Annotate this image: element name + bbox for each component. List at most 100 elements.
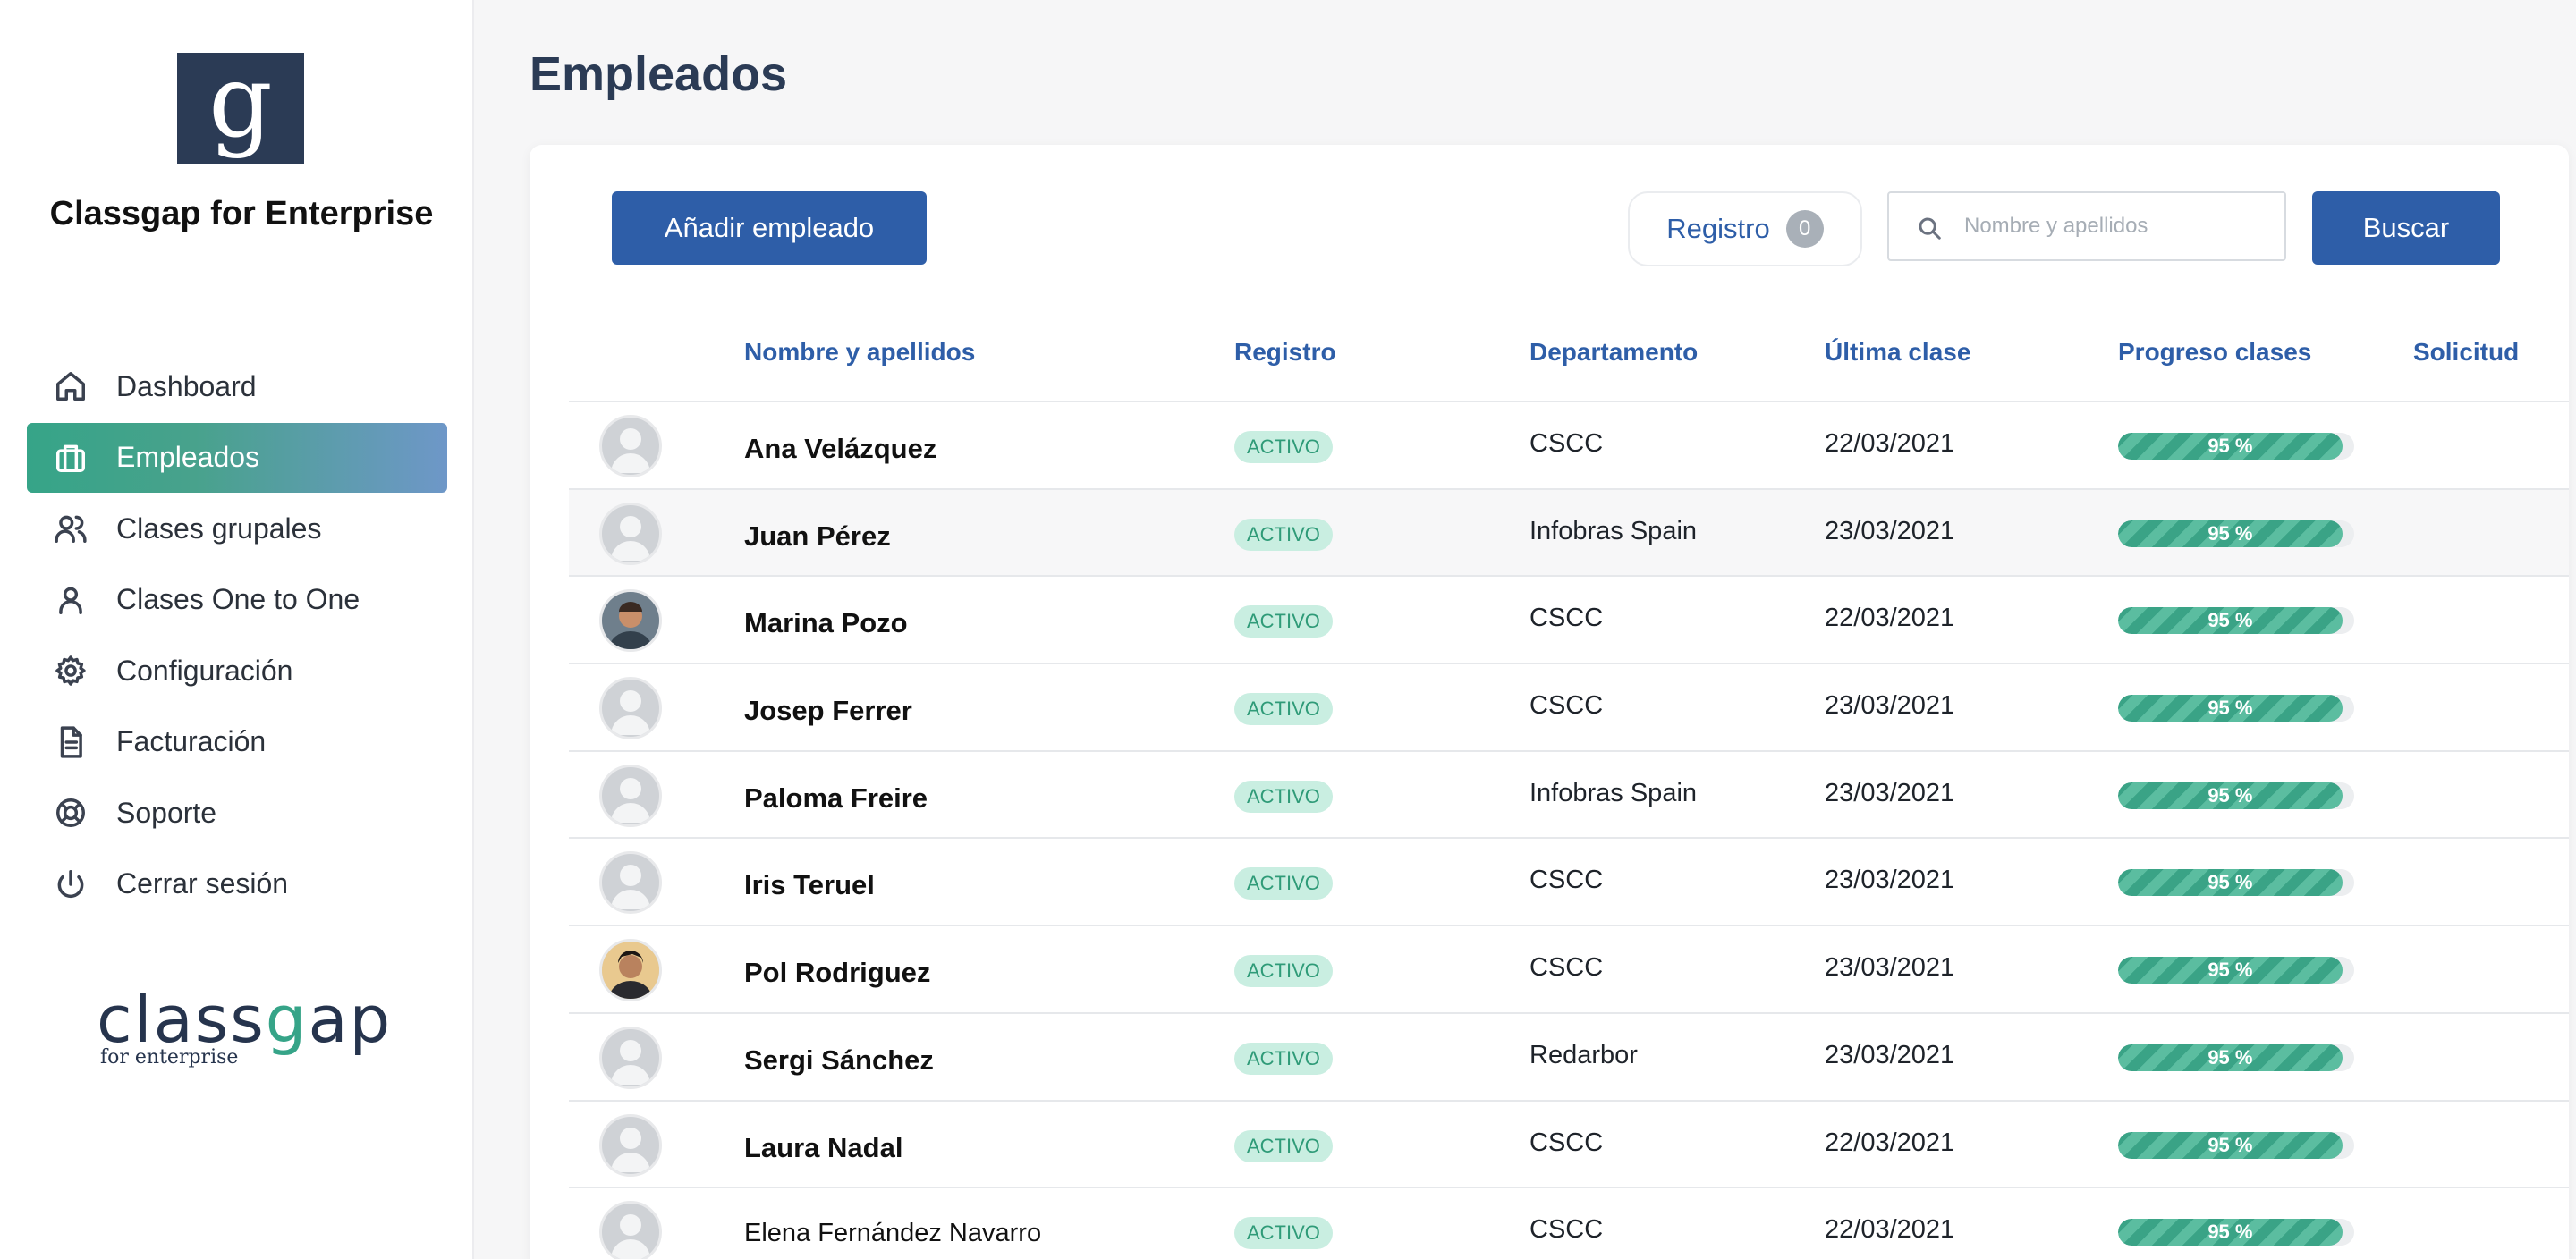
progress-bar: 95 % — [2118, 1131, 2354, 1159]
department-cell: Infobras Spain — [1530, 516, 1698, 545]
department-cell: CSCC — [1530, 1215, 1604, 1245]
table-row[interactable]: Ana Velázquez ACTIVO CSCC 22/03/2021 95 % — [569, 402, 2569, 490]
employee-name[interactable]: Marina Pozo — [744, 607, 908, 639]
progress-fill: 95 % — [2118, 1131, 2343, 1159]
column-header-ultima-clase[interactable]: Última clase — [1825, 338, 1970, 367]
progress-fill: 95 % — [2118, 607, 2343, 635]
sidebar-item-soporte[interactable]: Soporte — [27, 778, 447, 848]
progress-fill: 95 % — [2118, 869, 2343, 897]
status-badge: ACTIVO — [1234, 867, 1333, 900]
avatar[interactable] — [599, 851, 662, 915]
table-row[interactable]: Josep Ferrer ACTIVO CSCC 23/03/2021 95 % — [569, 664, 2569, 752]
gear-icon — [54, 654, 88, 688]
user-icon — [54, 583, 88, 617]
employee-name[interactable]: Josep Ferrer — [744, 695, 912, 727]
employee-name[interactable]: Paloma Freire — [744, 782, 928, 815]
avatar[interactable] — [599, 764, 662, 827]
sidebar-item-empleados[interactable]: Empleados — [27, 422, 447, 493]
column-header-departamento[interactable]: Departamento — [1530, 338, 1698, 367]
progress-bar: 95 % — [2118, 782, 2354, 809]
progress-bar: 95 % — [2118, 433, 2354, 460]
employee-name[interactable]: Elena Fernández Navarro — [744, 1219, 1041, 1248]
sidebar-nav: Dashboard Empleados Clases grupales Clas… — [27, 351, 447, 920]
table-row[interactable]: Laura Nadal ACTIVO CSCC 22/03/2021 95 % — [569, 1102, 2569, 1189]
avatar[interactable] — [599, 502, 662, 565]
last-class-cell: 23/03/2021 — [1825, 516, 1955, 545]
last-class-cell: 22/03/2021 — [1825, 604, 1955, 633]
last-class-cell: 22/03/2021 — [1825, 1215, 1955, 1245]
power-icon — [54, 867, 88, 901]
status-badge: ACTIVO — [1234, 1129, 1333, 1162]
add-employee-button[interactable]: Añadir empleado — [612, 191, 927, 265]
progress-label: 95 % — [2207, 697, 2253, 720]
column-header-name[interactable]: Nombre y apellidos — [744, 338, 975, 367]
avatar[interactable] — [599, 589, 662, 653]
sidebar-item-clases-one-to-one[interactable]: Clases One to One — [27, 565, 447, 635]
status-badge: ACTIVO — [1234, 693, 1333, 726]
department-cell: CSCC — [1530, 866, 1604, 895]
last-class-cell: 23/03/2021 — [1825, 691, 1955, 721]
lifebuoy-icon — [54, 796, 88, 830]
employee-name[interactable]: Sergi Sánchez — [744, 1044, 934, 1077]
status-badge: ACTIVO — [1234, 1217, 1333, 1250]
briefcase-icon — [54, 441, 88, 475]
avatar[interactable] — [599, 1026, 662, 1089]
progress-bar: 95 % — [2118, 1219, 2354, 1246]
table-row[interactable]: Juan Pérez ACTIVO Infobras Spain 23/03/2021… — [569, 489, 2569, 578]
department-cell: Redarbor — [1530, 1040, 1638, 1069]
sidebar-item-facturacion[interactable]: Facturación — [27, 707, 447, 777]
progress-fill: 95 % — [2118, 695, 2343, 722]
classgap-logo[interactable]: g — [177, 52, 304, 164]
employees-card: Añadir empleado Registro 0 Buscar Nombre… — [530, 145, 2569, 1259]
status-badge: ACTIVO — [1234, 605, 1333, 638]
table-row[interactable]: Paloma Freire ACTIVO Infobras Spain 23/03/2… — [569, 752, 2569, 840]
sidebar-item-configuracion[interactable]: Configuración — [27, 636, 447, 706]
employee-name[interactable]: Pol Rodriguez — [744, 957, 930, 989]
search-field[interactable] — [1887, 191, 2286, 261]
table-row[interactable]: Iris Teruel ACTIVO CSCC 23/03/2021 95 % — [569, 839, 2569, 927]
document-icon — [54, 725, 88, 759]
table-row[interactable]: Marina Pozo ACTIVO CSCC 22/03/2021 95 % — [569, 577, 2569, 665]
sidebar-item-cerrar-sesion[interactable]: Cerrar sesión — [27, 849, 447, 919]
status-badge: ACTIVO — [1234, 431, 1333, 463]
column-header-progreso[interactable]: Progreso clases — [2118, 338, 2311, 367]
status-badge: ACTIVO — [1234, 955, 1333, 988]
progress-bar: 95 % — [2118, 607, 2354, 635]
sidebar-item-label: Soporte — [116, 796, 217, 829]
progress-label: 95 % — [2207, 871, 2253, 894]
avatar[interactable] — [599, 1113, 662, 1177]
sidebar: g Classgap for Enterprise Dashboard Empl… — [0, 0, 474, 1259]
avatar[interactable] — [599, 939, 662, 1002]
last-class-cell: 23/03/2021 — [1825, 953, 1955, 983]
registro-label: Registro — [1666, 213, 1770, 244]
employee-name[interactable]: Iris Teruel — [744, 869, 875, 901]
progress-fill: 95 % — [2118, 433, 2343, 460]
employee-name[interactable]: Ana Velázquez — [744, 433, 936, 465]
avatar[interactable] — [599, 1201, 662, 1259]
search-button[interactable]: Buscar — [2312, 191, 2500, 265]
table-row[interactable]: Elena Fernández Navarro ACTIVO CSCC 22/03/2… — [569, 1188, 2569, 1259]
status-badge: ACTIVO — [1234, 1042, 1333, 1075]
sidebar-item-label: Clases grupales — [116, 511, 322, 545]
employee-name[interactable]: Juan Pérez — [744, 520, 891, 553]
progress-label: 95 % — [2207, 959, 2253, 982]
search-input[interactable] — [1964, 206, 2268, 247]
sidebar-item-clases-grupales[interactable]: Clases grupales — [27, 494, 447, 563]
registro-filter-button[interactable]: Registro 0 — [1628, 191, 1862, 266]
column-header-solicitud[interactable]: Solicitud — [2413, 338, 2519, 367]
table-row[interactable]: Sergi Sánchez ACTIVO Redarbor 23/03/2021 95 … — [569, 1014, 2569, 1102]
employee-name[interactable]: Laura Nadal — [744, 1132, 902, 1164]
avatar[interactable] — [599, 677, 662, 740]
last-class-cell: 23/03/2021 — [1825, 866, 1955, 895]
sidebar-item-label: Dashboard — [116, 369, 257, 402]
sidebar-item-label: Cerrar sesión — [116, 867, 289, 900]
avatar[interactable] — [599, 415, 662, 477]
sidebar-item-label: Facturación — [116, 725, 267, 757]
progress-bar: 95 % — [2118, 520, 2354, 547]
table-row[interactable]: Pol Rodriguez ACTIVO CSCC 23/03/2021 95 % — [569, 926, 2569, 1014]
column-header-registro[interactable]: Registro — [1234, 338, 1336, 367]
progress-bar: 95 % — [2118, 869, 2354, 897]
employees-table-body: Ana Velázquez ACTIVO CSCC 22/03/2021 95 % Jua… — [569, 402, 2569, 1259]
progress-fill: 95 % — [2118, 957, 2343, 984]
sidebar-item-dashboard[interactable]: Dashboard — [27, 351, 447, 421]
